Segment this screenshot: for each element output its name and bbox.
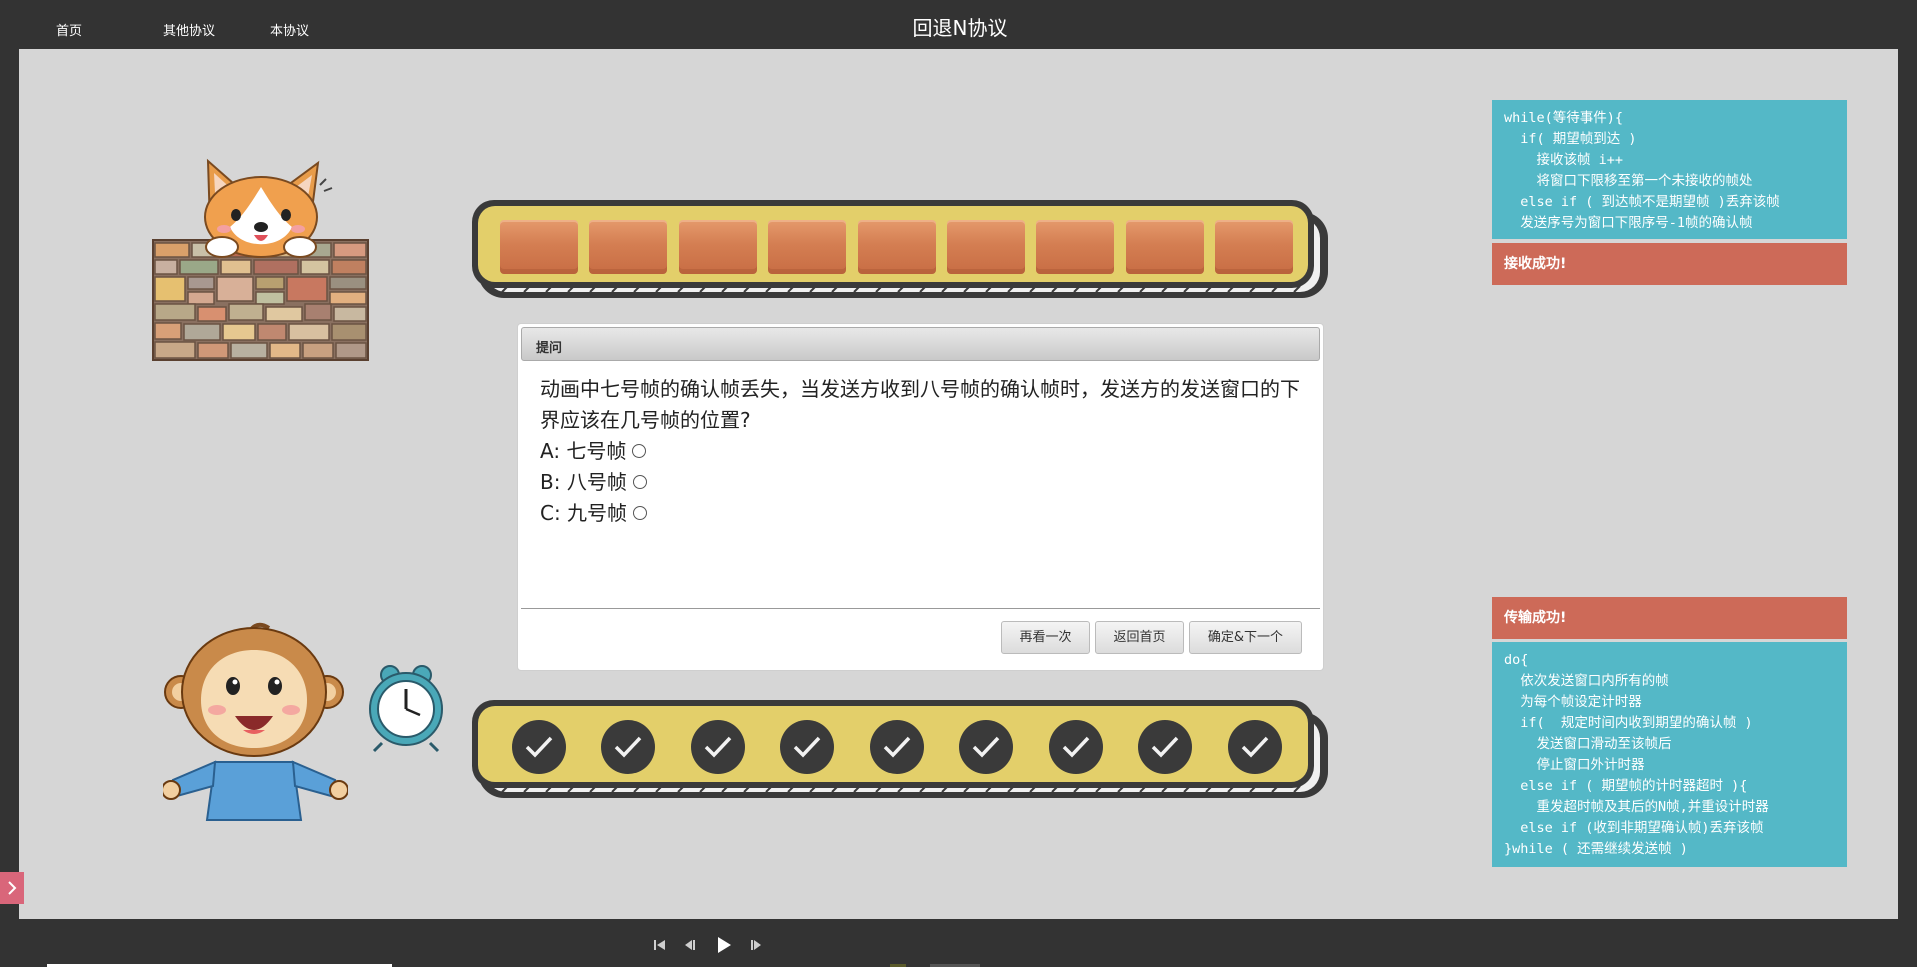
radio-button[interactable] [632,443,647,458]
nav-home-link[interactable]: 首页 [56,20,82,39]
option-b[interactable]: B: 八号帧 [540,467,1310,498]
nav-this-protocol-link[interactable]: 本协议 [270,20,309,39]
sender-monkey-illustration [163,622,348,821]
sender-status-bar: 传输成功! [1492,597,1847,639]
ack-check-icon [512,720,566,774]
code-line: while(等待事件){ [1504,110,1624,126]
skip-to-start-icon[interactable] [653,938,667,952]
dialog-header[interactable]: 提问 [521,327,1320,361]
player-controls-bar [0,919,1917,967]
option-label: C: 九号帧 [540,501,628,525]
frame-brick [947,220,1025,274]
code-line: 依次发送窗口内所有的帧 [1504,673,1669,689]
side-panel-toggle[interactable] [0,872,24,904]
dialog-separator [521,608,1320,609]
frame-brick [679,220,757,274]
code-line: if( 规定时间内收到期望的确认帧 ) [1504,715,1753,731]
sender-frame-belt [472,200,1334,304]
dialog-body: 动画中七号帧的确认帧丢失，当发送方收到八号帧的确认帧时，发送方的发送窗口的下界应… [540,374,1310,529]
back-home-button[interactable]: 返回首页 [1095,621,1184,654]
receiver-status-bar: 接收成功! [1492,243,1847,285]
ack-check-icon [691,720,745,774]
ack-check-icon [601,720,655,774]
code-line: else if ( 到达帧不是期望帧 )丢弃该帧 [1504,194,1780,210]
replay-button[interactable]: 再看一次 [1001,621,1090,654]
ack-check-icon [959,720,1013,774]
question-dialog: 提问 动画中七号帧的确认帧丢失，当发送方收到八号帧的确认帧时，发送方的发送窗口的… [517,323,1324,671]
sender-pseudocode-panel: do{ 依次发送窗口内所有的帧 为每个帧设定计时器 if( 规定时间内收到期望的… [1492,642,1847,867]
top-nav: 首页 其他协议 本协议 回退N协议 [0,0,1917,49]
code-line: 接收该帧 i++ [1504,152,1624,168]
ack-check-icon [1138,720,1192,774]
radio-button[interactable] [633,505,648,520]
code-line: 发送窗口滑动至该帧后 [1504,736,1672,752]
option-c[interactable]: C: 九号帧 [540,498,1310,529]
code-line: if( 期望帧到达 ) [1504,131,1637,147]
receiver-corgi-wall-illustration [152,158,369,361]
code-line: }while ( 还需继续发送帧 ) [1504,841,1688,857]
page-title: 回退N协议 [912,16,1008,40]
play-icon[interactable] [715,936,733,954]
ack-check-icon [1049,720,1103,774]
app-window: 首页 其他协议 本协议 回退N协议 while(等待事件){if(期望帧到达… [0,0,1917,967]
frame-brick [1036,220,1114,274]
frame-brick [768,220,846,274]
code-line: 为每个帧设定计时器 [1504,694,1642,710]
code-line: 将窗口下限移至第一个未接收的帧处 [1504,173,1753,189]
code-line: else if (收到非期望确认帧)丢弃该帧 [1504,820,1764,836]
option-label: B: 八号帧 [540,470,627,494]
receiver-pseudocode-panel: while(等待事件){ if( 期望帧到达 ) 接收该帧 i++ 将窗口下限移… [1492,100,1847,239]
radio-button[interactable] [632,474,647,489]
chevron-right-icon [8,881,17,895]
frame-brick [858,220,936,274]
frame-brick [1215,220,1293,274]
nav-other-protocols-link[interactable]: 其他协议 [163,20,215,39]
step-forward-icon[interactable] [749,938,763,952]
code-line: else if ( 期望帧的计时器超时 ){ [1504,778,1748,794]
code-line: do{ [1504,652,1529,668]
dialog-title: 提问 [536,341,563,356]
confirm-next-button[interactable]: 确定&下一个 [1189,621,1302,654]
ack-check-icon [1228,720,1282,774]
ack-check-icon [870,720,924,774]
ack-check-icon [780,720,834,774]
code-line: 重发超时帧及其后的N帧,并重设计时器 [1504,799,1769,815]
step-back-icon[interactable] [683,938,697,952]
timer-clock-icon [369,665,443,753]
code-line: 发送序号为窗口下限序号-1帧的确认帧 [1504,215,1753,231]
option-label: A: 七号帧 [540,439,627,463]
frame-brick [589,220,667,274]
code-line: 停止窗口外计时器 [1504,757,1645,773]
frame-brick [500,220,578,274]
receiver-ack-belt [472,700,1334,804]
option-a[interactable]: A: 七号帧 [540,436,1310,467]
question-text: 动画中七号帧的确认帧丢失，当发送方收到八号帧的确认帧时，发送方的发送窗口的下界应… [540,377,1300,432]
frame-brick [1126,220,1204,274]
